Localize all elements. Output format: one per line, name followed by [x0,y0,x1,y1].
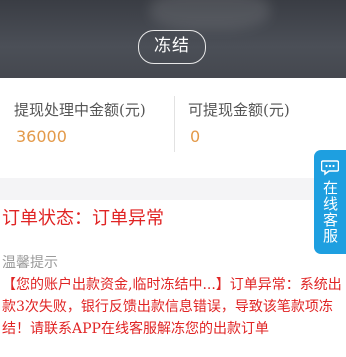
processing-amount-label: 提现处理中金额(元) [14,101,146,119]
header-sheen [150,0,270,30]
balance-divider [174,96,175,152]
tip-title: 温馨提示 [2,255,58,271]
order-status: 订单状态：订单异常 [2,208,164,229]
withdrawable-amount-label: 可提现金额(元) [188,101,290,119]
tip-body: 【您的账户出款资金,临时冻结中...】订单异常：系统出款3次失败，银行反馈出款信… [2,277,342,337]
processing-amount-value: 36000 [16,127,67,146]
chat-bubble-icon [321,160,339,176]
section-separator [0,178,346,200]
online-service-tab[interactable]: 在线客服 [314,150,346,254]
page-header: 冻结 [0,0,346,78]
withdrawable-amount-value: 0 [190,127,201,146]
freeze-button[interactable]: 冻结 [138,30,206,64]
online-service-label: 在线客服 [321,180,339,244]
